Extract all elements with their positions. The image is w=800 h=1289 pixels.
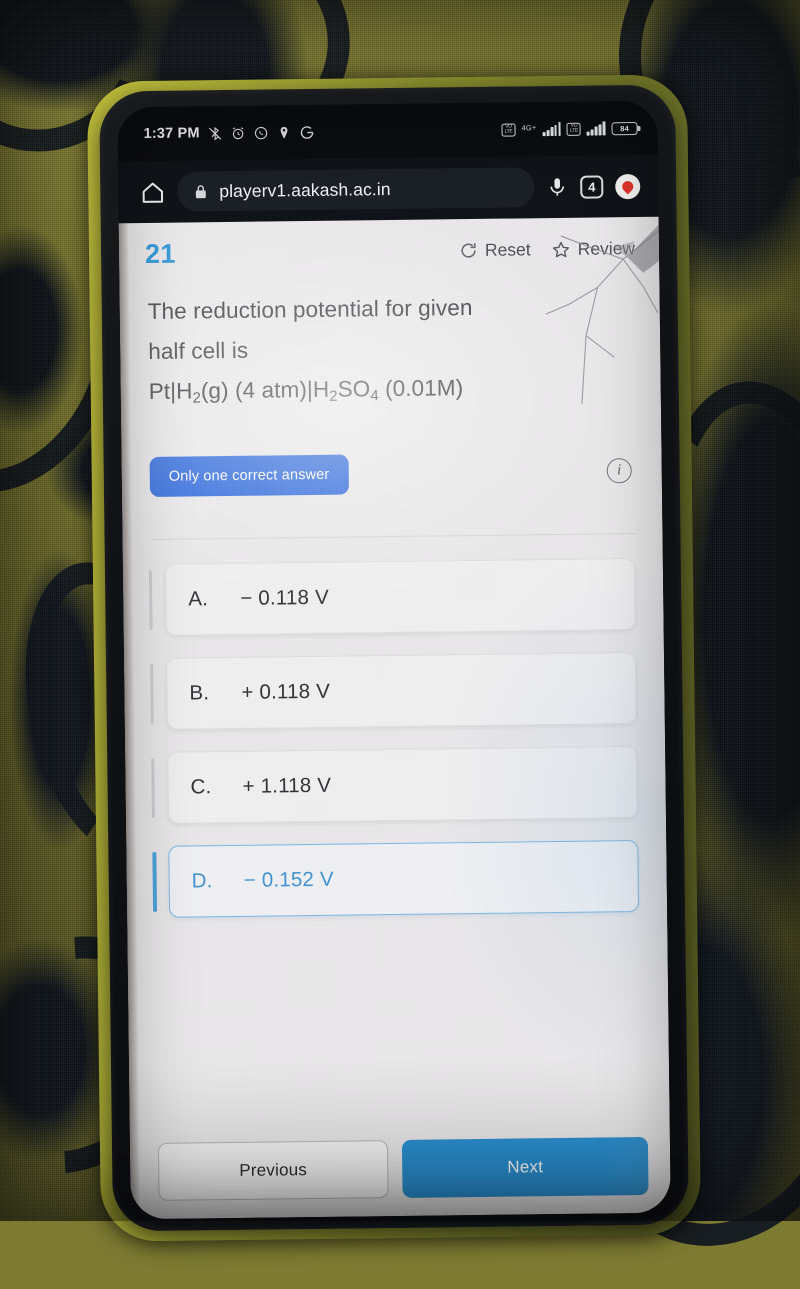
google-icon: [300, 124, 315, 139]
address-bar[interactable]: playerv1.aakash.ac.in: [177, 167, 534, 211]
phone-device: 1:37 PM: [99, 85, 689, 1232]
question-formula: Pt|H2(g) (4 atm)|H2SO4 (0.01M): [148, 366, 630, 412]
question-number: 21: [145, 239, 176, 270]
question-actions: Reset Review: [459, 238, 635, 261]
next-button[interactable]: Next: [402, 1137, 649, 1198]
reset-label: Reset: [485, 239, 531, 261]
option-list: A. − 0.118 V B. + 0.118 V C. + 1.118 V D. − 0.1…: [123, 533, 668, 918]
microphone-icon[interactable]: [546, 175, 568, 199]
network-type-label: 4G+: [521, 124, 536, 132]
formula-part: (0.01M): [379, 375, 464, 401]
formula-part: Pt|H: [149, 379, 193, 405]
lock-icon: [193, 183, 208, 200]
status-bar-right: VOLTE 4G+ VOLTE 84: [501, 121, 637, 137]
phone-screen: 1:37 PM: [117, 101, 671, 1220]
review-label: Review: [578, 238, 636, 260]
option-d-wrapper: D. − 0.152 V: [152, 840, 639, 918]
formula-part: (g) (4 atm)|H: [201, 377, 330, 404]
formula-part: SO: [337, 376, 370, 401]
refresh-icon: [459, 241, 478, 260]
sim1-signal-icon: [542, 122, 561, 136]
option-b[interactable]: B. + 0.118 V: [166, 652, 637, 730]
tab-counter-button[interactable]: 4: [580, 175, 603, 198]
option-a-wrapper: A. − 0.118 V: [149, 558, 636, 636]
question-text: The reduction potential for given half c…: [119, 264, 661, 413]
review-button[interactable]: Review: [551, 238, 636, 260]
status-bar: 1:37 PM: [117, 101, 658, 162]
alarm-icon: [231, 125, 246, 140]
option-c-wrapper: C. + 1.118 V: [151, 746, 638, 824]
previous-button[interactable]: Previous: [158, 1140, 389, 1201]
phone-body: 1:37 PM: [99, 85, 689, 1232]
sim2-signal-icon: [587, 121, 606, 135]
url-text: playerv1.aakash.ac.in: [219, 179, 391, 202]
option-text: − 0.152 V: [244, 867, 334, 892]
option-indicator-rail: [150, 664, 153, 724]
option-text: − 0.118 V: [240, 585, 329, 610]
option-indicator-rail: [151, 758, 154, 818]
option-letter: C.: [190, 775, 216, 799]
status-bar-clock: 1:37 PM: [143, 125, 199, 142]
option-letter: D.: [192, 869, 218, 893]
info-icon[interactable]: i: [607, 458, 632, 483]
formula-subscript: 4: [370, 388, 379, 404]
option-indicator-rail: [149, 570, 152, 630]
question-header: 21 Reset Re: [119, 217, 660, 271]
home-icon[interactable]: [140, 179, 165, 204]
profile-icon[interactable]: [615, 173, 640, 198]
whatsapp-icon: [254, 125, 269, 140]
quiz-page: 21 Reset Re: [119, 217, 671, 1220]
option-d[interactable]: D. − 0.152 V: [168, 840, 639, 918]
navigation-footer: Previous Next: [130, 1137, 671, 1202]
option-text: + 0.118 V: [241, 679, 330, 704]
option-indicator-rail: [152, 852, 156, 912]
option-a[interactable]: A. − 0.118 V: [165, 558, 636, 636]
status-badge: Only one correct answer: [150, 454, 349, 496]
bluetooth-off-icon: [208, 126, 223, 141]
browser-toolbar: playerv1.aakash.ac.in 4: [118, 155, 659, 224]
sim2-volte-icon: VOLTE: [567, 122, 581, 135]
sim1-volte-icon: VOLTE: [501, 123, 515, 136]
reset-button[interactable]: Reset: [459, 239, 531, 261]
formula-subscript: 2: [329, 389, 338, 405]
option-letter: B.: [189, 681, 215, 705]
location-icon: [277, 125, 292, 140]
battery-icon: 84: [611, 121, 637, 134]
question-line-2: half cell is: [148, 326, 630, 372]
question-line-1: The reduction potential for given: [148, 286, 630, 332]
star-icon: [551, 239, 571, 259]
option-text: + 1.118 V: [242, 773, 331, 798]
answer-type-row: Only one correct answer i: [121, 406, 662, 497]
option-b-wrapper: B. + 0.118 V: [150, 652, 637, 730]
status-bar-left: 1:37 PM: [143, 124, 314, 142]
option-letter: A.: [188, 587, 214, 611]
option-c[interactable]: C. + 1.118 V: [167, 746, 638, 824]
